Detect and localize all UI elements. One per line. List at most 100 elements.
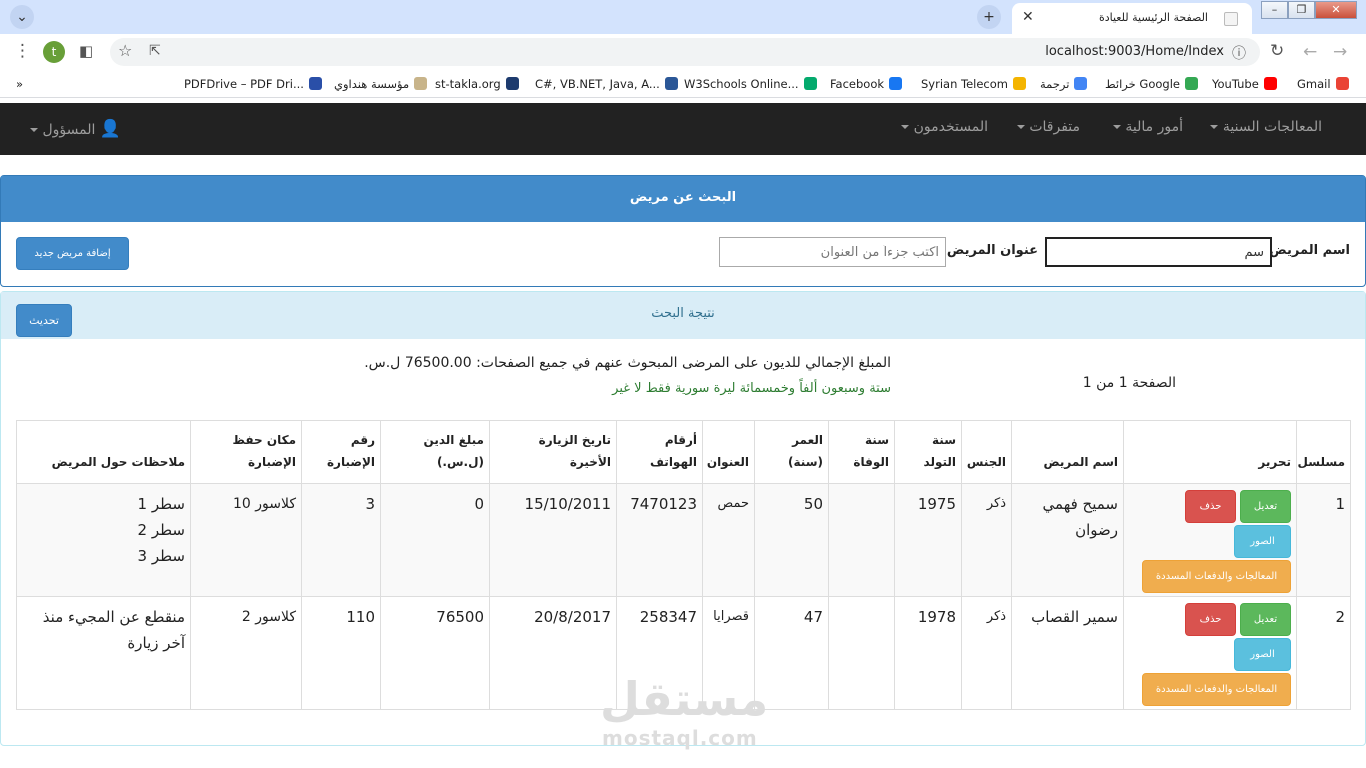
bookmark-item[interactable]: Syrian Telecom bbox=[921, 77, 1026, 91]
photos-button[interactable]: الصور bbox=[1234, 638, 1291, 671]
results-panel-heading: نتيجة البحث bbox=[1, 292, 1365, 339]
share-icon[interactable]: ⇱ bbox=[149, 43, 161, 59]
caret-down-icon bbox=[30, 128, 38, 132]
menu-dots-icon[interactable]: ⋮ bbox=[14, 41, 31, 61]
bookmark-item[interactable]: » bbox=[16, 77, 23, 91]
page-favicon-icon bbox=[1224, 12, 1238, 26]
youtube-icon bbox=[1263, 77, 1277, 90]
bookmark-item[interactable]: st-takla.org bbox=[435, 77, 519, 91]
forward-arrow-icon[interactable]: ← bbox=[1303, 42, 1317, 62]
caret-down-icon bbox=[901, 125, 910, 129]
back-arrow-icon[interactable]: → bbox=[1333, 42, 1347, 62]
note-line: سطر 1 bbox=[137, 495, 185, 513]
cell-gender: ذكر bbox=[961, 596, 1012, 710]
new-tab-button[interactable]: + bbox=[977, 5, 1001, 29]
bookmark-item[interactable]: YouTube bbox=[1212, 77, 1277, 91]
cell-age: 50 bbox=[754, 483, 829, 597]
side-panel-icon[interactable]: ◧ bbox=[79, 42, 93, 60]
caret-down-icon bbox=[1112, 125, 1121, 129]
total-debt-text: المبلغ الإجمالي للديون على المرضى المبحو… bbox=[364, 355, 891, 371]
site-info-icon[interactable]: ⓘ bbox=[1232, 43, 1246, 63]
close-tab-button[interactable]: ✕ bbox=[1022, 9, 1034, 25]
bookmark-label: Gmail bbox=[1297, 77, 1331, 91]
url-text[interactable]: localhost:9003/Home/Index bbox=[1045, 44, 1224, 59]
user-icon: 👤 bbox=[99, 119, 121, 139]
bookmark-item[interactable]: Gmail bbox=[1297, 77, 1349, 91]
column-header: أرقام الهواتف bbox=[616, 420, 703, 484]
patient-name-input[interactable] bbox=[1045, 237, 1272, 267]
bookmark-item[interactable]: W3Schools Online... bbox=[684, 77, 817, 91]
patient-address-input[interactable] bbox=[719, 237, 946, 267]
bookmark-label: C#, VB.NET, Java, A... bbox=[535, 77, 660, 91]
bookmark-item[interactable]: Facebook bbox=[830, 77, 903, 91]
cell-birth-year: 1975 bbox=[894, 483, 962, 597]
nav-menu-dental-treatments[interactable]: المعالجات السنية bbox=[1210, 119, 1322, 135]
edit-button[interactable]: تعديل bbox=[1240, 490, 1291, 523]
bookmark-item[interactable]: مؤسسة هنداوي bbox=[334, 77, 428, 91]
browser-tab[interactable]: ✕ الصفحة الرئيسية للعيادة bbox=[1012, 3, 1252, 34]
cell-death-year bbox=[828, 596, 895, 710]
treatments-payments-button[interactable]: المعالجات والدفعات المسددة bbox=[1142, 560, 1291, 593]
patients-table: مسلسل تحرير اسم المريض الجنس سنة التولد سنة ا… bbox=[16, 420, 1351, 710]
nav-label: المستخدمون bbox=[913, 119, 988, 135]
cell-notes: منقطع عن المجيء منذ آخر زيارة bbox=[16, 596, 191, 710]
treatments-payments-button[interactable]: المعالجات والدفعات المسددة bbox=[1142, 673, 1291, 706]
bookmark-item[interactable]: PDFDrive – PDF Dri... bbox=[184, 77, 322, 91]
column-header: اسم المريض bbox=[1011, 420, 1124, 484]
translate-icon bbox=[1074, 77, 1088, 90]
nav-label: متفرقات bbox=[1029, 119, 1080, 135]
delete-button[interactable]: حذف bbox=[1185, 490, 1236, 523]
patient-address-label: عنوان المريض bbox=[946, 243, 1038, 258]
pdfdrive-icon bbox=[308, 77, 322, 90]
cell-serial: 2 bbox=[1296, 596, 1351, 710]
search-panel-title: البحث عن مريض bbox=[629, 190, 737, 205]
profile-avatar[interactable]: t bbox=[43, 41, 65, 63]
minimize-window-icon[interactable]: – bbox=[1261, 1, 1288, 19]
cell-debt: 76500 bbox=[380, 596, 490, 710]
bookmark-star-icon[interactable]: ☆ bbox=[118, 41, 132, 60]
cell-gender: ذكر bbox=[961, 483, 1012, 597]
bookmark-label: خرائط Google bbox=[1105, 77, 1180, 91]
nav-menu-users[interactable]: المستخدمون bbox=[901, 119, 988, 135]
caret-down-icon bbox=[1210, 125, 1219, 129]
bookmark-label: W3Schools Online... bbox=[684, 77, 799, 91]
user-name: المسؤول bbox=[42, 122, 96, 138]
cell-file-place: كلاسور 2 bbox=[190, 596, 302, 710]
restore-window-icon[interactable]: ❐ bbox=[1288, 1, 1315, 19]
bookmark-label: مؤسسة هنداوي bbox=[334, 77, 410, 91]
bookmark-item[interactable]: خرائط Google bbox=[1105, 77, 1198, 91]
column-header: رقم الإضبارة bbox=[301, 420, 381, 484]
caret-down-icon bbox=[1016, 125, 1025, 129]
browser-tab-bar: ⌄ + ✕ الصفحة الرئيسية للعيادة – ❐ ✕ bbox=[0, 0, 1366, 34]
add-patient-button[interactable]: إضافة مريض جديد bbox=[16, 237, 129, 270]
nav-menu-finance[interactable]: أمور مالية bbox=[1112, 119, 1183, 135]
maps-icon bbox=[1185, 77, 1198, 90]
cell-notes: سطر 1 سطر 2 سطر 3 bbox=[16, 483, 191, 597]
cell-file-no: 110 bbox=[301, 596, 381, 710]
column-header: مبلغ الدين (ل.س.) bbox=[380, 420, 490, 484]
delete-button[interactable]: حذف bbox=[1185, 603, 1236, 636]
bookmark-item[interactable]: ترجمة bbox=[1040, 77, 1088, 91]
column-header: تحرير bbox=[1123, 420, 1297, 484]
cell-name: سميح فهمي رضوان bbox=[1011, 483, 1124, 597]
note-line: سطر 3 bbox=[137, 547, 185, 565]
w3schools-icon bbox=[803, 77, 817, 90]
nav-menu-misc[interactable]: متفرقات bbox=[1016, 119, 1080, 135]
cell-last-visit: 20/8/2017 bbox=[489, 596, 617, 710]
bookmark-label: » bbox=[16, 77, 24, 91]
tab-search-chevron-icon[interactable]: ⌄ bbox=[10, 5, 34, 29]
paging-text: الصفحة 1 من 1 bbox=[1082, 375, 1176, 391]
cell-last-visit: 15/10/2011 bbox=[489, 483, 617, 597]
bookmark-item[interactable]: C#, VB.NET, Java, A... bbox=[535, 77, 678, 91]
user-menu[interactable]: 👤 المسؤول bbox=[30, 119, 121, 139]
bookmark-label: st-takla.org bbox=[435, 77, 501, 91]
column-header: مسلسل bbox=[1296, 420, 1351, 484]
patient-name-label: اسم المريض bbox=[1269, 243, 1350, 258]
refresh-button[interactable]: تحديث bbox=[16, 304, 72, 337]
photos-button[interactable]: الصور bbox=[1234, 525, 1291, 558]
reload-icon[interactable]: ↻ bbox=[1270, 41, 1284, 61]
cell-address: حمص bbox=[702, 483, 755, 597]
close-window-icon[interactable]: ✕ bbox=[1315, 1, 1357, 19]
bookmarks-bar: Gmail YouTube خرائط Google ترجمة Syrian Tele… bbox=[0, 70, 1366, 98]
edit-button[interactable]: تعديل bbox=[1240, 603, 1291, 636]
